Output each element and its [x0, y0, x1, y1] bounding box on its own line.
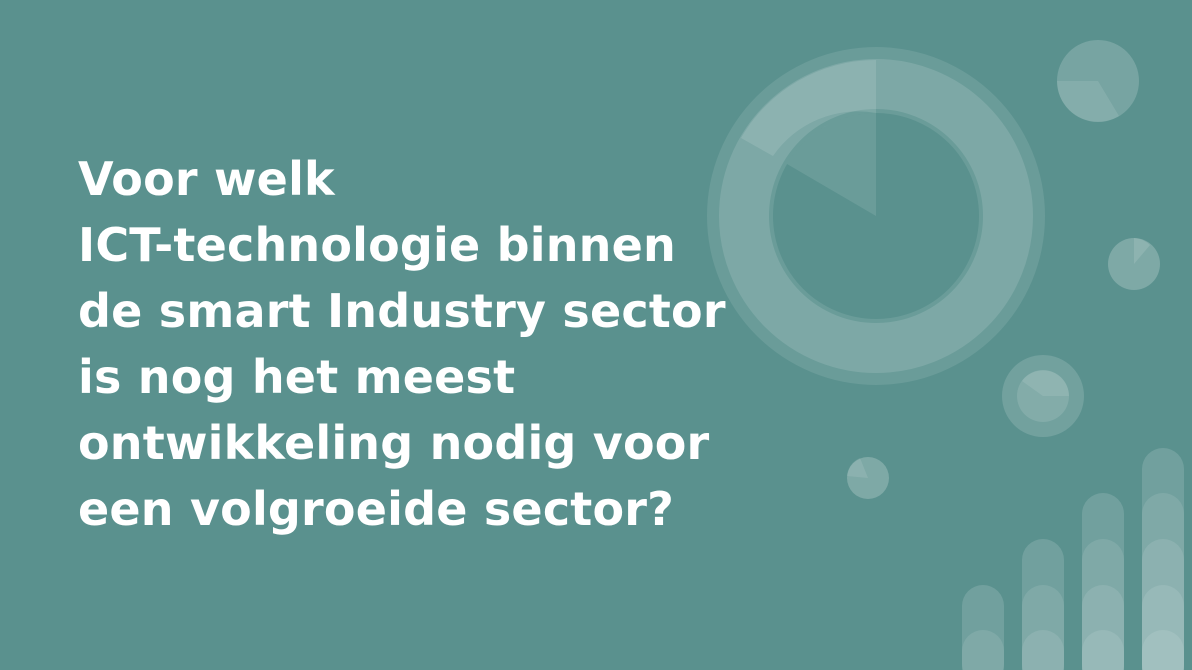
slide: Voor welk ICT-technologie binnen de smar…	[0, 0, 1192, 670]
donut-chart-graphic	[707, 47, 1045, 385]
pie-icon	[847, 457, 889, 499]
pie-icon	[1057, 40, 1139, 122]
pie-icon	[1108, 238, 1160, 290]
pie-icon	[1002, 355, 1084, 437]
bar-chart-graphic	[962, 448, 1184, 670]
decorative-graphics	[707, 40, 1184, 670]
